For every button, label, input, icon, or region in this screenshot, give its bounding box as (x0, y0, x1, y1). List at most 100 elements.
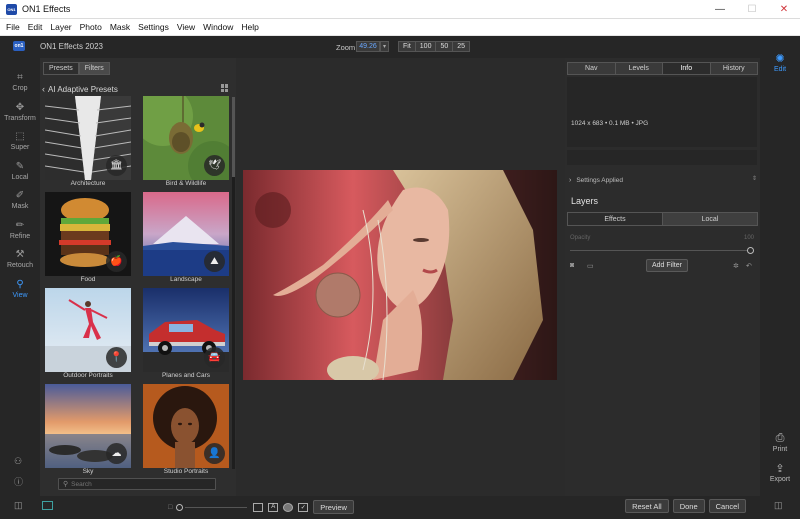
minimize-button[interactable]: — (704, 0, 736, 19)
gear-icon[interactable]: ✲ (733, 262, 739, 270)
mountain-badge-icon: ⛰ (204, 251, 225, 272)
tab-effects[interactable]: Effects (567, 212, 663, 226)
browser-title: AI Adaptive Presets (48, 84, 118, 94)
main-photo[interactable] (243, 170, 557, 380)
tool-retouch[interactable]: ⚒ Retouch (0, 249, 40, 269)
tab-presets[interactable]: Presets (43, 62, 79, 75)
module-export[interactable]: ⇪ Export (760, 462, 800, 483)
menu-file[interactable]: File (2, 22, 24, 32)
zoom-100-button[interactable]: 100 (414, 41, 437, 52)
browser-panel: Presets Filters ‹ AI Adaptive Presets 🏛 … (40, 58, 236, 498)
tab-history[interactable]: History (709, 62, 758, 75)
add-filter-button[interactable]: Add Filter (646, 259, 688, 272)
title-bar: ON1 ON1 Effects — ☐ ✕ (0, 0, 800, 19)
module-edit[interactable]: ✺ Edit (760, 52, 800, 73)
thumbnail-image: 🏛 (45, 96, 131, 180)
tool-label: Mask (11, 203, 29, 210)
transform-icon: ✥ (15, 102, 25, 113)
mask-view-icon[interactable] (283, 502, 294, 512)
tool-super[interactable]: ⬚ Super (0, 131, 40, 151)
toggle-right-panel-icon[interactable]: ◫ (774, 500, 783, 511)
small-thumbnail-icon[interactable]: □ (168, 504, 172, 511)
car-badge-icon: 🚘 (204, 347, 225, 368)
tab-info[interactable]: Info (662, 62, 711, 75)
window-controls: — ☐ ✕ (704, 0, 800, 19)
on1-logo-icon[interactable]: on1 (13, 41, 25, 51)
settings-applied-row[interactable]: › Settings Applied ⇕ (569, 174, 757, 186)
menu-view[interactable]: View (173, 22, 199, 32)
menu-help[interactable]: Help (237, 22, 262, 32)
local-brush-icon: ✎ (15, 161, 25, 172)
thumbnail-size-knob[interactable] (176, 503, 184, 511)
tab-filters[interactable]: Filters (78, 62, 110, 75)
tool-mask[interactable]: ✐ Mask (0, 190, 40, 210)
zoom-input[interactable]: 49.26 (356, 41, 380, 52)
back-chevron-icon[interactable]: ‹ (42, 84, 45, 94)
cancel-button[interactable]: Cancel (708, 499, 746, 513)
help-icon[interactable]: ⓘ (14, 475, 23, 488)
module-label: Print (772, 446, 788, 453)
zoom-dropdown-icon[interactable]: ▾ (380, 41, 389, 52)
compare-square-icon[interactable] (253, 502, 264, 512)
thumbnail-food[interactable]: 🍎 Food (45, 192, 131, 284)
filmstrip-toggle-icon[interactable] (42, 501, 53, 510)
zoom-50-button[interactable]: 50 (435, 41, 454, 52)
undo-icon[interactable]: ↶ (746, 262, 752, 270)
menu-window[interactable]: Window (199, 22, 237, 32)
module-label: Export (769, 476, 791, 483)
bird-badge-icon: 🕊 (204, 155, 225, 176)
menu-settings[interactable]: Settings (134, 22, 173, 32)
image-info-text: 1024 x 683 • 0.1 MB • JPG (571, 120, 649, 127)
scrollbar-thumb[interactable] (232, 97, 235, 177)
food-apple-badge-icon: 🍎 (106, 251, 127, 272)
browser-scrollbar[interactable] (232, 97, 235, 469)
camera-icon[interactable]: ◙ (570, 262, 574, 269)
tool-crop[interactable]: ⌗ Crop (0, 72, 40, 92)
search-field[interactable]: ⚲ (58, 478, 216, 490)
up-down-arrows-icon[interactable]: ⇕ (752, 175, 757, 182)
search-input[interactable] (71, 480, 202, 488)
menu-photo[interactable]: Photo (76, 22, 106, 32)
module-print[interactable]: ⎙ Print (760, 432, 800, 453)
text-overlay-icon[interactable]: A (268, 502, 279, 512)
thumbnail-image: 📍 (45, 288, 131, 372)
opacity-label: Opacity (570, 235, 591, 241)
mask-toggle-icon[interactable]: ▭ (587, 262, 594, 270)
thumbnail-size-slider[interactable] (185, 506, 248, 508)
thumbnail-outdoor-portraits[interactable]: 📍 Outdoor Portraits (45, 288, 131, 380)
preview-button[interactable]: Preview (313, 500, 354, 514)
thumbnail-image: 🍎 (45, 192, 131, 276)
close-button[interactable]: ✕ (768, 0, 800, 19)
tool-local[interactable]: ✎ Local (0, 161, 40, 181)
info-footer (567, 150, 757, 165)
tab-local[interactable]: Local (662, 212, 758, 226)
thumbnail-planes-and-cars[interactable]: 🚘 Planes and Cars (143, 288, 229, 380)
tool-label: Super (10, 144, 30, 151)
tool-refine[interactable]: ✏ Refine (0, 220, 40, 240)
reset-all-button[interactable]: Reset All (625, 499, 669, 513)
before-after-icon[interactable]: ✓ (298, 502, 309, 512)
menu-mask[interactable]: Mask (106, 22, 134, 32)
tab-nav[interactable]: Nav (567, 62, 616, 75)
thumbnail-sky[interactable]: ☁ Sky (45, 384, 131, 476)
people-icon[interactable]: ⚇ (14, 456, 22, 467)
tab-levels[interactable]: Levels (614, 62, 663, 75)
done-button[interactable]: Done (672, 499, 705, 513)
opacity-slider-knob[interactable] (747, 247, 754, 254)
tool-transform[interactable]: ✥ Transform (0, 102, 40, 122)
thumbnail-landscape[interactable]: ⛰ Landscape (143, 192, 229, 284)
thumbnail-architecture[interactable]: 🏛 Architecture (45, 96, 131, 188)
thumbnail-studio-portraits[interactable]: 👤 Studio Portraits (143, 384, 229, 476)
grid-view-icon[interactable] (221, 84, 229, 92)
maximize-button[interactable]: ☐ (736, 0, 768, 19)
toggle-left-panel-icon[interactable]: ◫ (14, 500, 23, 511)
thumbnail-bird-wildlife[interactable]: 🕊 Bird & Wildlife (143, 96, 229, 188)
menu-layer[interactable]: Layer (46, 22, 75, 32)
tool-view[interactable]: ⚲ View (0, 279, 40, 299)
menu-edit[interactable]: Edit (24, 22, 47, 32)
zoom-25-button[interactable]: 25 (452, 41, 471, 52)
thumbnail-image: 👤 (143, 384, 229, 468)
zoom-fit-button[interactable]: Fit (398, 41, 416, 52)
opacity-slider-track[interactable] (570, 250, 748, 251)
layers-title: Layers (571, 196, 599, 206)
